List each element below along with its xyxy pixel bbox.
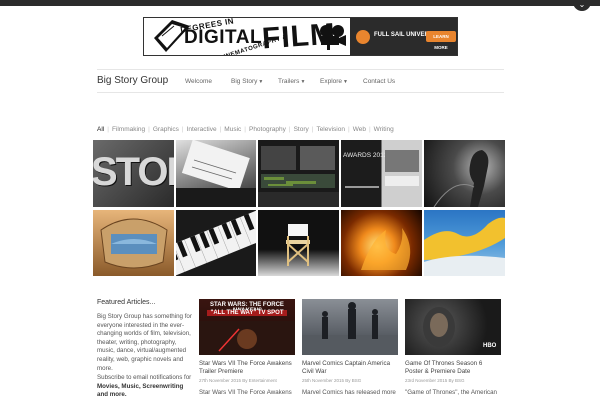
featured-intro: Big Story Group has something for everyo…: [97, 313, 192, 372]
filter-story[interactable]: Story: [294, 126, 309, 133]
article-title[interactable]: Game Of Thrones Season 6 Poster & Premie…: [405, 360, 501, 376]
filter-separator: |: [219, 126, 222, 133]
abstract-graphic: [424, 217, 505, 276]
helmet-graphic: [100, 218, 168, 269]
article-image-civil-war[interactable]: [302, 299, 398, 355]
filter-writing[interactable]: Writing: [374, 126, 394, 133]
filter-television[interactable]: Television: [316, 126, 345, 133]
nav-label: Welcome: [185, 78, 212, 85]
subscribe-text: Subscribe to email notifications for: [97, 374, 192, 381]
article-title[interactable]: Marvel Comics Captain America Civil War: [302, 360, 398, 376]
nav-label: Explore: [320, 78, 343, 85]
featured-heading: Featured Articles...: [97, 299, 156, 306]
article-excerpt: Star Wars VII The Force Awakens: [199, 389, 292, 396]
typewriter-graphic: [176, 140, 256, 207]
directors-chair-icon: [286, 224, 310, 266]
full-sail-panel: FULL SAIL UNIVERSITY. LEARN MORE: [350, 18, 457, 55]
banner-ad[interactable]: DEGREES IN DIGITAL CINEMATOGRAPHY & FILM…: [143, 17, 458, 56]
portfolio-tile-dark-figure-silhouette[interactable]: [424, 140, 505, 207]
top-bar: [0, 0, 600, 6]
banner-headline: DEGREES IN DIGITAL CINEMATOGRAPHY & FILM: [152, 18, 337, 55]
nav-label: Trailers: [278, 78, 300, 85]
article-excerpt: "Game of Thrones", the American: [405, 389, 497, 396]
portfolio-tile-blue-yellow-abstract[interactable]: [424, 210, 505, 276]
subscribe-link[interactable]: Movies, Music, Screenwriting and more.: [97, 383, 183, 399]
featured-subscribe: Subscribe to email notifications for Mov…: [97, 374, 194, 400]
article-meta: 23rd November 2015 By BSG: [405, 378, 465, 383]
caret-down-icon: ▼: [258, 79, 264, 85]
filter-separator: |: [368, 126, 371, 133]
filter-all[interactable]: All: [97, 126, 104, 133]
portfolio-tile-directors-chair[interactable]: [258, 210, 339, 276]
fire-graphic: [361, 228, 411, 270]
article-image-game-of-thrones[interactable]: HBO: [405, 299, 501, 355]
filter-filmmaking[interactable]: Filmmaking: [112, 126, 145, 133]
filter-separator: |: [347, 126, 350, 133]
article-meta: 25th November 2015 By BSG: [302, 378, 362, 383]
portfolio-tile-awards-2013[interactable]: AWARDS 2013: [341, 140, 422, 207]
piano-graphic: [176, 210, 256, 276]
nav-contact-us[interactable]: Contact Us: [363, 78, 395, 85]
hbo-logo: HBO: [483, 343, 497, 349]
filter-separator: |: [148, 126, 150, 133]
article-excerpt: Marvel Comics has released more: [302, 389, 396, 396]
filter-separator: |: [181, 126, 184, 133]
nav-label: Contact Us: [363, 78, 396, 85]
filter-separator: |: [288, 126, 291, 133]
portfolio-tile-story-letters[interactable]: STOR: [93, 140, 174, 207]
nav-label: Big Story: [231, 78, 258, 85]
portfolio-tile-typewriter-paper[interactable]: [176, 140, 256, 207]
nav-big-story[interactable]: Big Story▼: [231, 78, 263, 85]
full-sail-logo-icon: [356, 30, 370, 44]
article-image-star-wars[interactable]: STAR WARS: THE FORCE AWAKENS "ALL THE WA…: [199, 299, 295, 355]
portfolio-tile-fire-explosion[interactable]: [341, 210, 422, 276]
article-meta: 27th November 2015 By Entertainment: [199, 378, 277, 383]
filter-music[interactable]: Music: [224, 126, 241, 133]
filter-web[interactable]: Web: [353, 126, 366, 133]
portfolio-tile-piano-keys[interactable]: [176, 210, 256, 276]
film-camera-icon: [320, 25, 346, 50]
nav-welcome[interactable]: Welcome: [185, 78, 212, 85]
tile-decoration: [345, 186, 379, 188]
caret-down-icon: ▼: [300, 79, 306, 85]
filter-graphics[interactable]: Graphics: [153, 126, 179, 133]
filter-separator: |: [244, 126, 246, 133]
scene-graphic: [302, 302, 398, 355]
caret-down-icon: ▼: [343, 79, 348, 85]
portfolio-tile-video-editing-suite[interactable]: [258, 140, 339, 207]
filter-separator: |: [311, 126, 314, 133]
site-brand[interactable]: Big Story Group: [97, 75, 168, 86]
portfolio-tile-ancient-helmet[interactable]: [93, 210, 174, 276]
image-caption: "ALL THE WAY" TV SPOT: [207, 310, 287, 316]
silhouette-graphic: [433, 150, 489, 207]
divider: [97, 92, 504, 93]
tile-overlay-text: STOR: [93, 150, 174, 194]
tile-overlay-text: AWARDS 2013: [343, 152, 388, 159]
learn-more-button[interactable]: LEARN MORE: [426, 31, 456, 50]
filter-interactive[interactable]: Interactive: [187, 126, 217, 133]
article-title[interactable]: Star Wars VII The Force Awakens Trailer …: [199, 360, 295, 376]
filter-photography[interactable]: Photography: [249, 126, 286, 133]
tile-decoration: [385, 176, 419, 186]
editing-suite-graphic: [258, 146, 339, 207]
scene-graphic: [199, 321, 295, 355]
tile-decoration: [385, 150, 419, 172]
nav-trailers[interactable]: Trailers▼: [278, 78, 305, 85]
nav-explore[interactable]: Explore▼: [320, 78, 348, 85]
category-filters: All | Filmmaking | Graphics | Interactive | Musi…: [97, 126, 394, 133]
chevron-down-icon[interactable]: ⌄: [573, 0, 591, 11]
divider: [97, 69, 504, 70]
filter-separator: |: [107, 126, 109, 133]
